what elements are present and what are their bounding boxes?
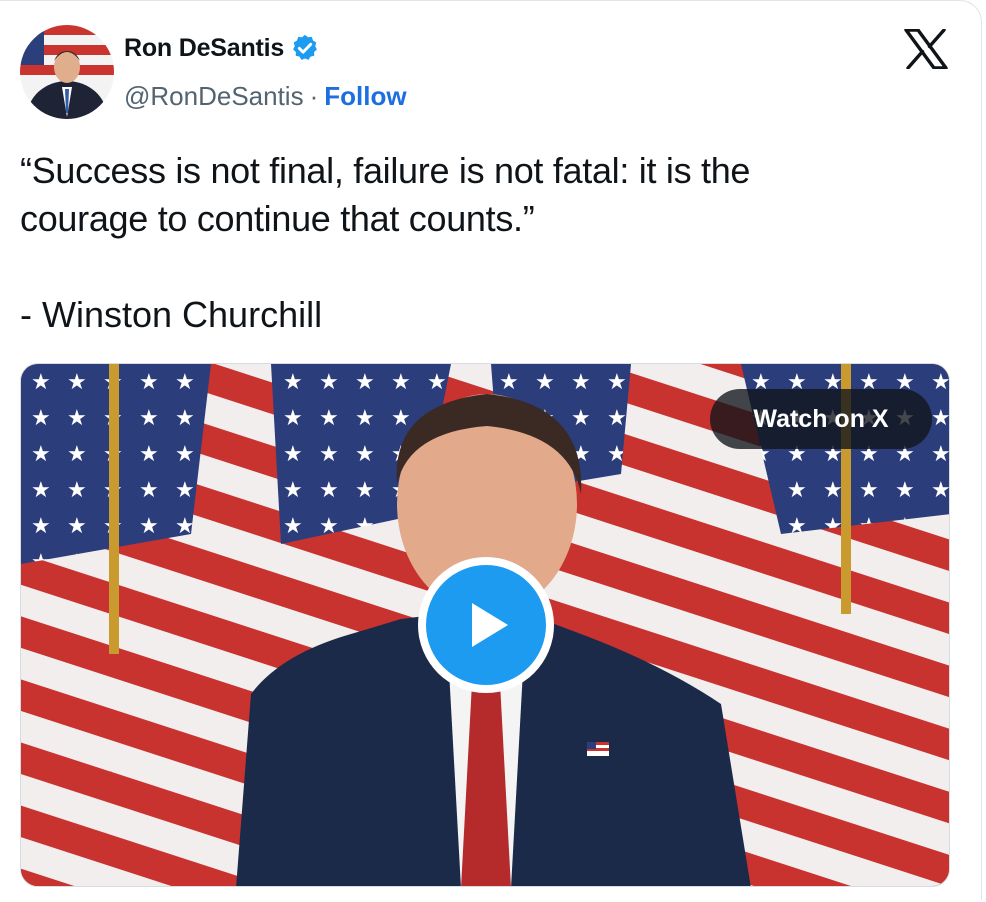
avatar[interactable] [20, 25, 114, 119]
tweet-card: Ron DeSantis @RonDeSantis · Follow “Succ… [0, 0, 982, 900]
tweet-text-line: “Success is not final, failure is not fa… [20, 150, 751, 191]
separator-dot: · [309, 81, 319, 111]
verified-badge-icon [293, 34, 317, 60]
tweet-text-line: courage to continue that counts.” [20, 198, 535, 239]
author-handle[interactable]: @RonDeSantis [124, 81, 304, 112]
handle-row: @RonDeSantis · Follow [124, 81, 407, 112]
x-logo-icon[interactable] [904, 29, 948, 69]
author-row: Ron DeSantis [124, 33, 320, 63]
play-button-inner [426, 565, 546, 685]
follow-button[interactable]: Follow [324, 81, 406, 112]
author-name[interactable]: Ron DeSantis [124, 34, 284, 63]
play-button[interactable] [418, 557, 554, 693]
tweet-text: “Success is not final, failure is not fa… [20, 147, 900, 243]
watch-on-x-button[interactable]: Watch on X [710, 389, 932, 449]
play-icon [472, 603, 508, 647]
tweet-attribution: - Winston Churchill [20, 294, 323, 335]
